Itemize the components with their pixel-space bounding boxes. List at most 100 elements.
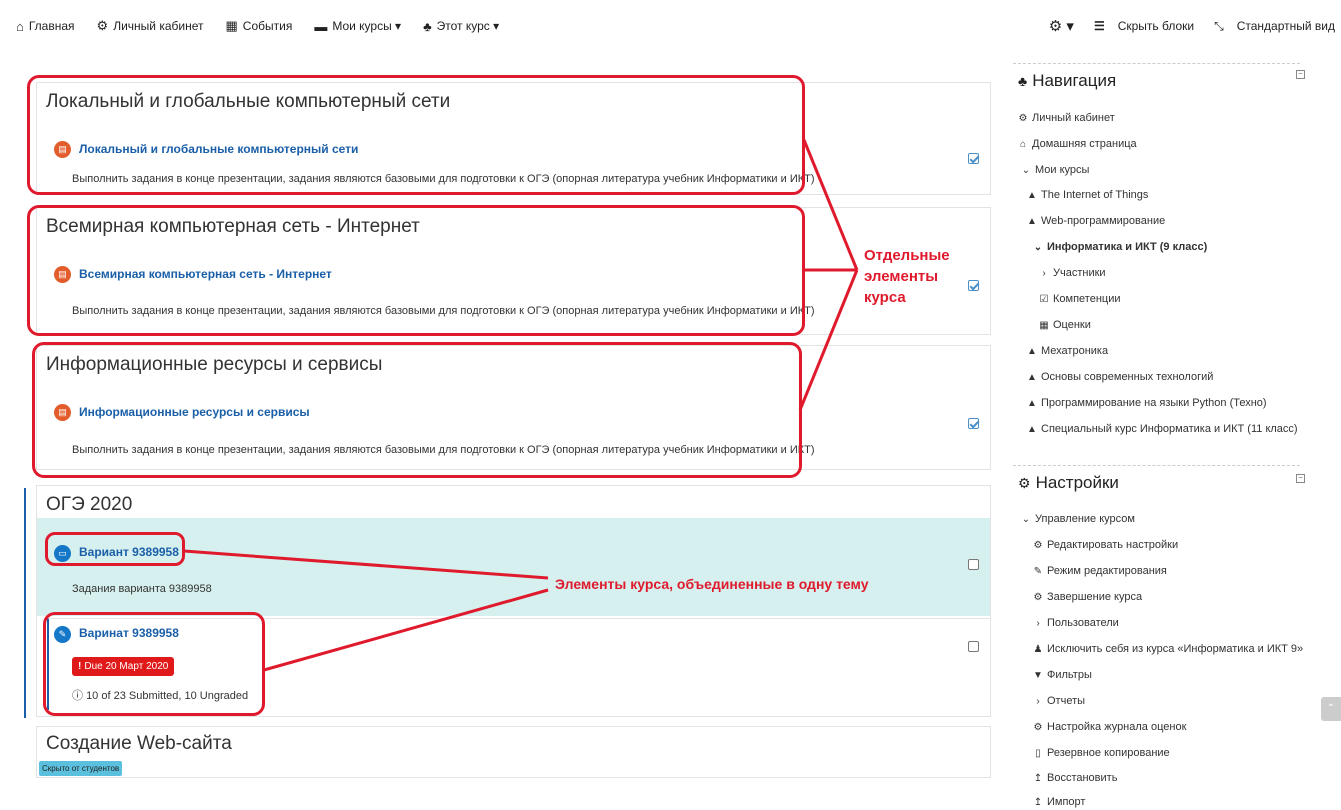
nav-item-competencies[interactable]: ☑ Компетенции	[1039, 293, 1121, 305]
settings-item-label: Пользователи	[1047, 617, 1119, 629]
settings-item-restore[interactable]: ↥ Восстановить	[1033, 772, 1118, 784]
settings-item-label: Завершение курса	[1047, 591, 1143, 603]
settings-item-label: Исключить себя из курса «Информатика и И…	[1047, 643, 1304, 655]
chevron-right-icon: ›	[1036, 617, 1040, 629]
annotation-box	[32, 342, 802, 478]
nav-item-course[interactable]: ▲ Специальный курс Информатика и ИКТ (11 …	[1027, 423, 1298, 435]
nav-dashboard[interactable]: ⚙ Личный кабинет	[97, 18, 204, 34]
nav-item-label: The Internet of Things	[1041, 189, 1149, 201]
nav-item-label: Компетенции	[1053, 293, 1121, 305]
nav-item-current-course[interactable]: ⌄ Информатика и ИКТ (9 класс)	[1033, 241, 1207, 253]
nav-item-label: Личный кабинет	[1032, 112, 1115, 124]
settings-item-label: Резервное копирование	[1047, 747, 1170, 759]
chevron-down-icon: ⌄	[1021, 164, 1031, 176]
settings-item-completion[interactable]: ⚙ Завершение курса	[1033, 591, 1143, 603]
settings-item-label: Восстановить	[1047, 772, 1118, 784]
nav-item-participants[interactable]: › Участники	[1039, 267, 1106, 279]
navigation-block-title: ♣ Навигация	[1018, 71, 1116, 91]
collapse-icon[interactable]: −	[1296, 474, 1305, 483]
section-title: ОГЭ 2020	[46, 494, 133, 515]
briefcase-icon: ▬	[314, 18, 328, 34]
nav-home-label: Главная	[28, 19, 75, 33]
completion-checkbox[interactable]	[968, 641, 979, 652]
section-highlight-bar	[24, 488, 26, 718]
dashboard-icon: ⚙	[1018, 112, 1028, 124]
home-icon: ⌂	[1019, 138, 1027, 150]
nav-this-course-label: Этот курс ▾	[436, 19, 500, 33]
settings-item-label: Импорт	[1047, 796, 1086, 808]
completion-checkbox[interactable]	[968, 418, 979, 429]
completion-checkbox[interactable]	[968, 559, 979, 570]
settings-title-label: Настройки	[1035, 473, 1119, 492]
nav-item-label: Мои курсы	[1035, 164, 1090, 176]
settings-item-label: Управление курсом	[1035, 513, 1135, 525]
nav-item-grades[interactable]: ▦ Оценки	[1039, 319, 1091, 331]
settings-item-users[interactable]: › Пользователи	[1033, 617, 1119, 629]
chevron-down-icon: ⌄	[1033, 241, 1043, 253]
filter-icon: ▼	[1033, 669, 1043, 681]
settings-item-label: Отчеты	[1047, 695, 1086, 707]
cog-icon: ⚙	[1033, 721, 1043, 733]
annotation-label-grouped: Элементы курса, объединенные в одну тему	[555, 576, 869, 592]
settings-item-label: Режим редактирования	[1047, 565, 1167, 577]
settings-item-import[interactable]: ↥ Импорт	[1033, 796, 1086, 808]
chevron-down-icon: ⌄	[1021, 513, 1031, 525]
annotation-label-separate: Отдельные элементы курса	[864, 245, 950, 308]
settings-item-gradebook[interactable]: ⚙ Настройка журнала оценок	[1033, 721, 1187, 733]
nav-item-label: Информатика и ИКТ (9 класс)	[1047, 241, 1208, 253]
nav-item-label: Специальный курс Информатика и ИКТ (11 к…	[1041, 423, 1298, 435]
nav-item-dashboard[interactable]: ⚙ Личный кабинет	[1018, 112, 1115, 124]
completion-checkbox[interactable]	[968, 280, 979, 291]
cogs-icon: ⚙	[1018, 474, 1031, 491]
chevron-right-icon: ›	[1042, 267, 1046, 279]
settings-item-label: Фильтры	[1047, 669, 1092, 681]
right-sidebar: − ♣ Навигация ⚙ Личный кабинет ⌂ Домашняя с…	[1013, 0, 1341, 810]
level-up-icon: ↥	[1033, 796, 1043, 808]
calendar-icon: ▦	[225, 18, 238, 33]
nav-item-course[interactable]: ▲ Программирование на языки Python (Техно…	[1027, 397, 1267, 409]
nav-item-course[interactable]: ▲ Web-программирование	[1027, 215, 1165, 227]
settings-item-reports[interactable]: › Отчеты	[1033, 695, 1085, 707]
file-icon: ▯	[1035, 747, 1041, 759]
nav-this-course[interactable]: ♣ Этот курс ▾	[423, 19, 499, 34]
settings-item-unenrol[interactable]: ♟ Исключить себя из курса «Информатика и …	[1033, 643, 1304, 655]
block-divider	[1013, 63, 1300, 64]
level-up-icon: ↥	[1033, 772, 1043, 784]
settings-item-edit[interactable]: ⚙ Редактировать настройки	[1033, 539, 1179, 551]
chevron-up-icon: ⌃	[1326, 703, 1336, 714]
annotation-box	[43, 612, 265, 716]
settings-item-filters[interactable]: ▼ Фильтры	[1033, 669, 1092, 681]
nav-item-label: Участники	[1053, 267, 1106, 279]
settings-block-title: ⚙ Настройки	[1018, 473, 1119, 493]
nav-item-course[interactable]: ▲ The Internet of Things	[1027, 189, 1148, 201]
settings-item-editing-mode[interactable]: ✎ Режим редактирования	[1033, 565, 1167, 577]
completion-checkbox[interactable]	[968, 153, 979, 164]
nav-home[interactable]: ⌂ Главная	[16, 19, 75, 34]
nav-item-label: Мехатроника	[1041, 345, 1109, 357]
annotation-box	[45, 532, 185, 566]
nav-events-label: События	[242, 19, 293, 33]
nav-item-my-courses[interactable]: ⌄ Мои курсы	[1021, 164, 1090, 176]
settings-item-backup[interactable]: ▯ Резервное копирование	[1033, 747, 1170, 759]
nav-events[interactable]: ▦ События	[225, 18, 292, 34]
nav-my-courses[interactable]: ▬ Мои курсы ▾	[314, 19, 401, 34]
nav-item-home[interactable]: ⌂ Домашняя страница	[1018, 138, 1137, 150]
chevron-right-icon: ›	[1036, 695, 1040, 707]
navigation-title-label: Навигация	[1032, 71, 1117, 90]
course-section: Создание Web-сайта Скрыто от студентов	[36, 726, 991, 778]
nav-item-course[interactable]: ▲ Мехатроника	[1027, 345, 1108, 357]
cog-icon: ⚙	[1033, 591, 1043, 603]
scroll-to-top-button[interactable]: ⌃	[1321, 697, 1341, 721]
annotation-line: элементы	[864, 268, 939, 285]
nav-dashboard-label: Личный кабинет	[113, 19, 204, 33]
section-title: Создание Web-сайта	[46, 733, 232, 754]
nav-item-course[interactable]: ▲ Основы современных технологий	[1027, 371, 1213, 383]
collapse-icon[interactable]: −	[1296, 70, 1305, 79]
settings-item-course-admin[interactable]: ⌄ Управление курсом	[1021, 513, 1135, 525]
graduation-cap-icon: ▲	[1027, 215, 1037, 227]
main-nav: ⌂ Главная ⚙ Личный кабинет ▦ События ▬ Мои к…	[16, 18, 521, 34]
annotation-line: Отдельные	[864, 247, 950, 264]
graduation-cap-icon: ▲	[1027, 345, 1037, 357]
block-divider	[1013, 465, 1300, 466]
hidden-badge: Скрыто от студентов	[39, 761, 123, 776]
